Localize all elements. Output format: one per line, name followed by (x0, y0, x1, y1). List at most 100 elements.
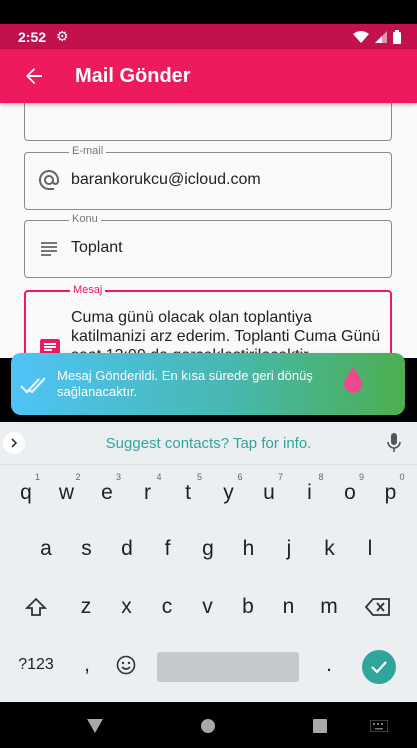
emoji-key[interactable] (106, 640, 146, 690)
subject-field[interactable]: Konu Toplant (24, 213, 392, 278)
key-u[interactable]: u7 (249, 468, 289, 518)
key-p[interactable]: p0 (371, 468, 411, 518)
keyboard-row-3: z x cvb n m (0, 582, 417, 638)
key-label: z (80, 595, 92, 618)
key-label: y (223, 481, 234, 504)
key-r[interactable]: r4 (128, 468, 168, 518)
key-number-hint: 7 (277, 472, 283, 482)
suggestion-strip[interactable]: Suggest contacts? Tap for info. (0, 422, 417, 465)
key-label: s (81, 537, 92, 560)
key-label: b (242, 595, 254, 618)
key-n[interactable]: n (269, 582, 309, 632)
key-label: n (282, 595, 295, 618)
key-label: x (121, 595, 132, 618)
key-l[interactable]: l (350, 524, 390, 574)
status-time: 2:52 (18, 28, 47, 45)
key-x[interactable]: x (107, 582, 147, 632)
backspace-icon (365, 598, 390, 616)
shift-key[interactable] (16, 582, 56, 632)
email-label: E-mail (69, 145, 107, 157)
wifi-icon (353, 30, 369, 43)
backspace-key[interactable] (358, 582, 398, 632)
key-label: d (121, 537, 133, 560)
key-number-hint: 3 (115, 472, 121, 482)
page-title: Mail Gönder (75, 64, 191, 87)
message-label: Mesaj (70, 284, 106, 296)
key-e[interactable]: e3 (87, 468, 127, 518)
key-label: l (367, 537, 373, 560)
subject-lines-icon (41, 242, 57, 256)
home-nav-button[interactable] (197, 715, 219, 737)
space-bar[interactable] (157, 652, 299, 682)
key-d[interactable]: d (107, 524, 147, 574)
key-label: a (40, 537, 52, 560)
key-v[interactable]: v (188, 582, 228, 632)
key-label: e (101, 481, 113, 504)
mail-form: E-mail barankorukcu@icloud.com Konu Topl… (0, 103, 417, 358)
key-b[interactable]: b (228, 582, 268, 632)
key-s[interactable]: s (67, 524, 107, 574)
key-g[interactable]: g (188, 524, 228, 574)
key-w[interactable]: w2 (47, 468, 87, 518)
key-m[interactable]: m (309, 582, 349, 632)
key-number-hint: 8 (318, 472, 324, 482)
key-i[interactable]: i8 (290, 468, 330, 518)
previous-field[interactable] (24, 103, 392, 141)
key-label: p (384, 481, 397, 504)
keyboard-row-2: a s dfghjk l (0, 524, 417, 580)
key-h[interactable]: h (229, 524, 269, 574)
key-a[interactable]: a (26, 524, 66, 574)
app-bar: Mail Gönder (0, 49, 417, 103)
key-label: g (202, 537, 214, 560)
enter-key[interactable] (362, 650, 396, 684)
key-label: t (185, 481, 191, 504)
back-nav-button[interactable] (84, 715, 106, 737)
key-f[interactable]: f (148, 524, 188, 574)
recents-nav-button[interactable] (309, 715, 331, 737)
keyboard-switch-button[interactable] (368, 715, 390, 737)
period-key[interactable]: . (309, 640, 349, 690)
battery-icon (393, 29, 401, 44)
key-number-hint: 4 (156, 472, 162, 482)
navigation-bar (0, 702, 417, 748)
key-y[interactable]: y6 (209, 468, 249, 518)
success-toast[interactable]: Mesaj Gönderildi. En kısa sürede geri dö… (11, 353, 405, 415)
suggestion-text[interactable]: Suggest contacts? Tap for info. (0, 435, 417, 452)
email-value: barankorukcu@icloud.com (71, 171, 261, 188)
key-label: m (320, 595, 338, 618)
at-icon (39, 170, 59, 190)
key-label: r (144, 481, 151, 504)
symbols-key[interactable]: ?123 (14, 640, 58, 690)
signal-icon (375, 30, 387, 43)
message-value: Cuma günü olacak olan toplantiya katilma… (71, 309, 381, 358)
microphone-icon[interactable] (387, 433, 401, 453)
key-j[interactable]: j (269, 524, 309, 574)
settings-gear-icon: ⚙ (56, 28, 69, 44)
key-number-hint: 9 (358, 472, 364, 482)
key-number-hint: 0 (399, 472, 405, 482)
comma-key[interactable]: , (67, 640, 107, 690)
arrow-back-icon (26, 68, 42, 84)
email-field[interactable]: E-mail barankorukcu@icloud.com (24, 145, 392, 210)
key-number-hint: 1 (34, 472, 40, 482)
key-q[interactable]: q1 (6, 468, 46, 518)
status-bar: 2:52 ⚙ (0, 24, 417, 49)
back-button[interactable] (14, 56, 54, 96)
water-drop-icon (344, 367, 362, 393)
key-label: c (161, 595, 173, 618)
toast-message: Mesaj Gönderildi. En kısa sürede geri dö… (57, 368, 313, 399)
key-label: q (20, 481, 32, 504)
message-field[interactable]: Mesaj Cuma günü olacak olan toplantiya k… (24, 284, 392, 358)
key-o[interactable]: o9 (330, 468, 370, 518)
key-number-hint: 2 (75, 472, 81, 482)
subject-value: Toplant (71, 239, 123, 256)
key-c[interactable]: c (147, 582, 187, 632)
key-label: k (324, 537, 335, 560)
key-k[interactable]: k (310, 524, 350, 574)
key-z[interactable]: z (66, 582, 106, 632)
square-recents-icon (313, 719, 327, 733)
key-t[interactable]: t5 (168, 468, 208, 518)
key-label: u (263, 481, 275, 504)
key-number-hint: 5 (196, 472, 202, 482)
key-label: o (344, 481, 356, 504)
